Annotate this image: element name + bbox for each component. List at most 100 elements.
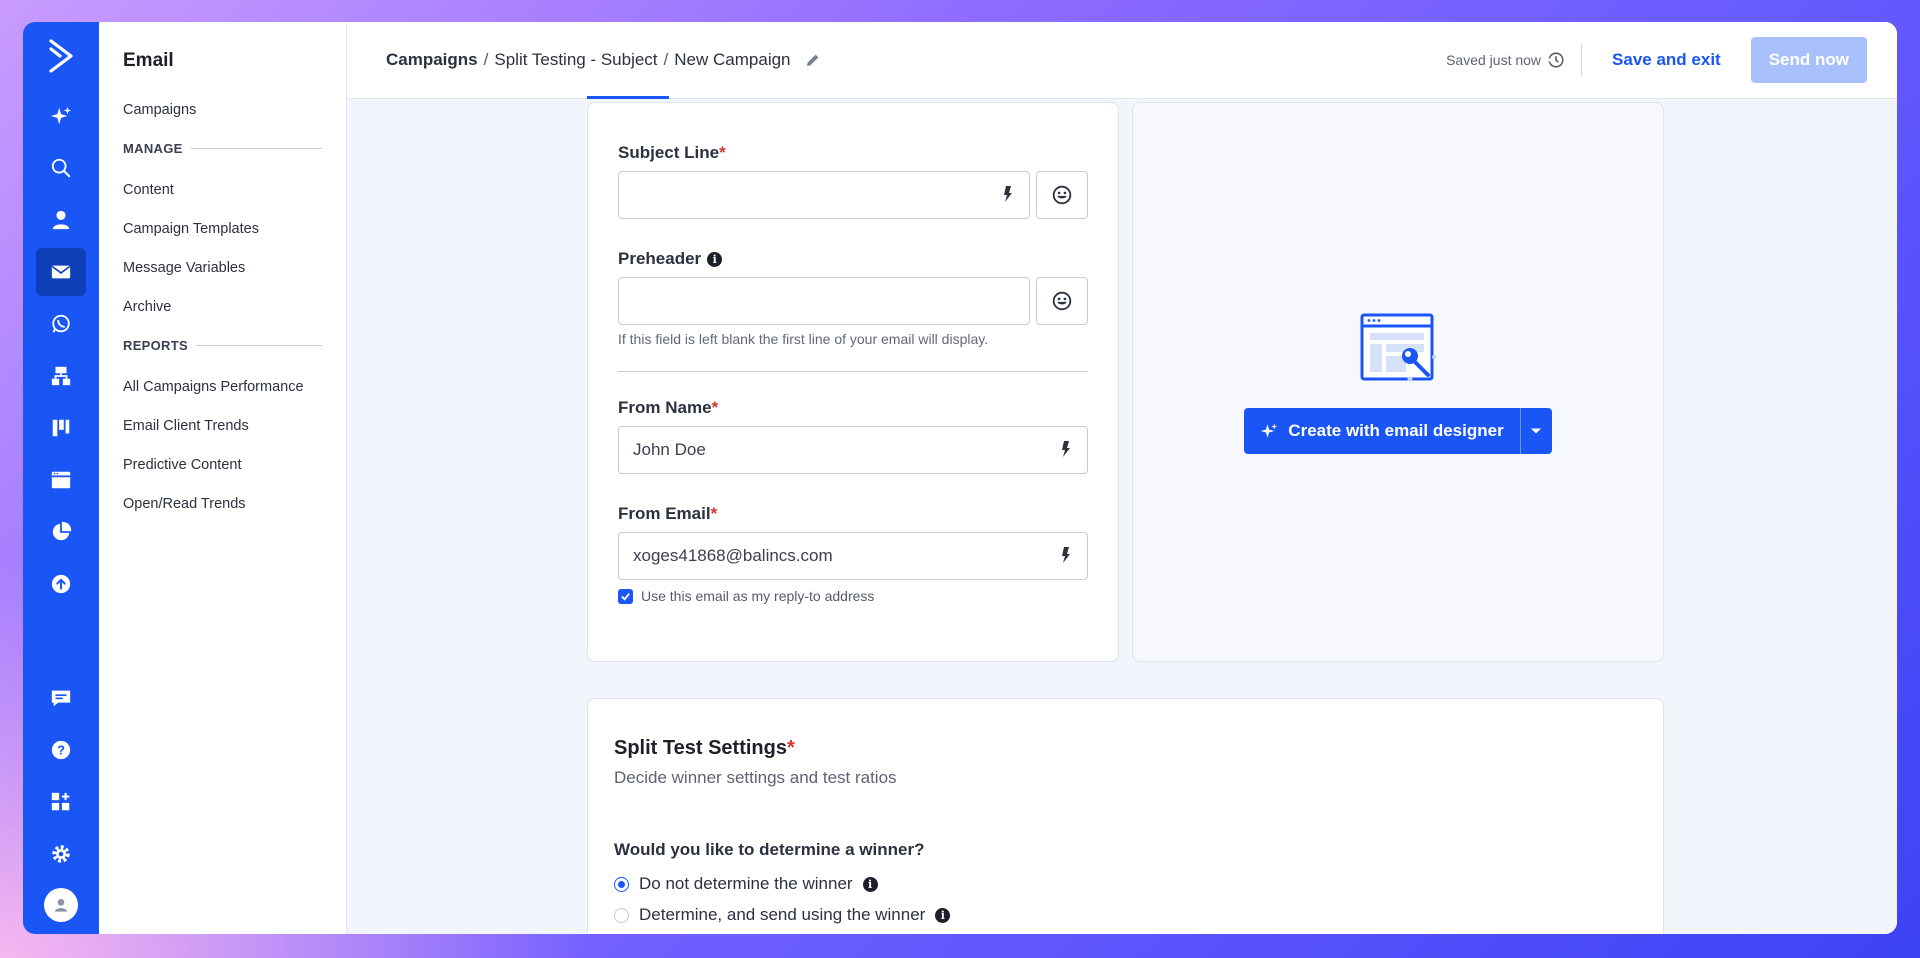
campaign-details-card: Subject Line * Preheader i If this field… — [587, 102, 1119, 662]
from-name-label: From Name * — [618, 398, 1088, 418]
save-status: Saved just now — [1446, 43, 1583, 77]
breadcrumb-campaigns[interactable]: Campaigns — [386, 50, 478, 70]
split-test-title: Split Test Settings* — [614, 737, 1637, 760]
preheader-hint: If this field is left blank the first li… — [618, 331, 989, 347]
help-icon[interactable]: ? — [36, 726, 86, 774]
sidebar-item-archive[interactable]: Archive — [123, 299, 322, 315]
form-divider — [618, 371, 1088, 372]
subject-line-input[interactable] — [618, 171, 1030, 219]
sidebar-item-open-read-trends[interactable]: Open/Read Trends — [123, 496, 322, 512]
whatsapp-icon[interactable] — [36, 300, 86, 348]
manage-label: MANAGE — [123, 141, 183, 156]
icon-rail: ? — [23, 22, 99, 934]
svg-text:?: ? — [57, 743, 65, 758]
from-name-label-text: From Name — [618, 398, 712, 417]
sidebar-item-campaign-templates[interactable]: Campaign Templates — [123, 221, 322, 237]
reports-icon[interactable] — [36, 508, 86, 556]
sparkle-icon[interactable] — [36, 92, 86, 140]
send-now-button[interactable]: Send now — [1750, 37, 1867, 83]
winner-option-none-label[interactable]: Do not determine the winner — [639, 874, 853, 894]
breadcrumb-split-testing[interactable]: Split Testing - Subject — [494, 50, 657, 70]
radio-do-not-determine[interactable] — [614, 876, 629, 892]
create-with-email-designer-group: Create with email designer — [1244, 407, 1552, 454]
breadcrumb-separator: / — [663, 50, 669, 69]
split-test-title-text: Split Test Settings — [614, 737, 787, 759]
breadcrumb-separator: / — [483, 50, 489, 69]
edit-name-icon[interactable] — [805, 52, 821, 68]
breadcrumb: Campaigns / Split Testing - Subject / Ne… — [386, 50, 821, 70]
preheader-row — [618, 277, 1088, 325]
avatar-icon[interactable] — [44, 888, 78, 922]
contacts-icon[interactable] — [36, 196, 86, 244]
breadcrumb-campaign-name: New Campaign — [674, 50, 791, 69]
preheader-input[interactable] — [618, 277, 1030, 325]
preheader-label-text: Preheader — [618, 249, 702, 268]
subject-line-label-text: Subject Line — [618, 143, 720, 162]
automations-icon[interactable] — [36, 352, 86, 400]
emoji-picker-button[interactable] — [1036, 277, 1088, 325]
reports-label: REPORTS — [123, 338, 188, 353]
chevron-down-icon — [1531, 428, 1542, 433]
settings-icon[interactable] — [36, 830, 86, 878]
from-email-value: xoges41868@balincs.com — [633, 546, 833, 565]
save-status-text: Saved just now — [1446, 52, 1542, 68]
designer-options-dropdown[interactable] — [1519, 407, 1552, 454]
from-name-input[interactable]: John Doe — [618, 426, 1088, 474]
sidebar-item-content[interactable]: Content — [123, 182, 322, 198]
from-email-row: xoges41868@balincs.com — [618, 532, 1088, 580]
checkmark-icon — [621, 592, 630, 601]
required-mark: * — [710, 504, 718, 523]
manage-section-header: MANAGE — [123, 141, 322, 156]
winner-option-none[interactable]: Do not determine the winner i — [614, 874, 1637, 894]
required-mark: * — [786, 737, 795, 759]
history-icon[interactable] — [1547, 51, 1565, 69]
create-with-email-designer-label: Create with email designer — [1288, 420, 1504, 440]
sidebar-item-all-campaigns-performance[interactable]: All Campaigns Performance — [123, 379, 322, 395]
website-icon[interactable] — [36, 456, 86, 504]
preheader-label: Preheader i — [618, 249, 1088, 269]
split-test-subtitle: Decide winner settings and test ratios — [614, 768, 897, 787]
reply-to-label[interactable]: Use this email as my reply-to address — [641, 588, 874, 604]
info-icon[interactable]: i — [862, 876, 878, 892]
sidebar-item-campaigns[interactable]: Campaigns — [123, 102, 322, 118]
deals-icon[interactable] — [36, 404, 86, 452]
reply-to-checkbox[interactable] — [618, 588, 633, 604]
email-icon[interactable] — [36, 248, 86, 296]
apps-icon[interactable] — [36, 778, 86, 826]
personalize-icon[interactable] — [1059, 440, 1073, 460]
from-email-input[interactable]: xoges41868@balincs.com — [618, 532, 1088, 580]
emoji-icon — [1052, 291, 1072, 311]
personalize-icon[interactable] — [1001, 185, 1015, 205]
radio-determine-winner[interactable] — [614, 907, 629, 923]
required-mark: * — [711, 398, 719, 417]
subject-line-label: Subject Line * — [618, 143, 1088, 163]
winner-option-determine-label[interactable]: Determine, and send using the winner — [639, 905, 925, 925]
sidebar-title: Email — [123, 50, 174, 71]
reply-to-option: Use this email as my reply-to address — [618, 588, 1088, 604]
email-designer-illustration-icon — [1358, 311, 1438, 388]
search-icon[interactable] — [36, 144, 86, 192]
personalize-icon[interactable] — [1059, 546, 1073, 566]
main-content: Campaigns / Split Testing - Subject / Ne… — [347, 22, 1897, 934]
sidebar-item-predictive-content[interactable]: Predictive Content — [123, 457, 322, 473]
section-divider — [195, 345, 322, 346]
section-divider — [190, 148, 322, 149]
info-icon[interactable]: i — [707, 251, 723, 267]
from-name-value: John Doe — [633, 440, 706, 459]
winner-option-determine[interactable]: Determine, and send using the winner i — [614, 905, 1637, 925]
email-designer-card: Create with email designer — [1132, 102, 1664, 662]
required-mark: * — [719, 143, 726, 162]
emoji-icon — [1052, 185, 1072, 205]
upload-icon[interactable] — [36, 560, 86, 608]
from-email-label: From Email * — [618, 504, 1088, 524]
sidebar-item-email-client-trends[interactable]: Email Client Trends — [123, 418, 322, 434]
save-and-exit-button[interactable]: Save and exit — [1612, 50, 1721, 70]
info-icon[interactable]: i — [935, 907, 951, 923]
sidebar-item-message-variables[interactable]: Message Variables — [123, 260, 322, 276]
emoji-picker-button[interactable] — [1036, 171, 1088, 219]
create-with-email-designer-button[interactable]: Create with email designer — [1244, 407, 1520, 454]
conversations-icon[interactable] — [36, 674, 86, 722]
logo-icon[interactable] — [41, 36, 81, 76]
from-email-label-text: From Email — [618, 504, 711, 523]
sparkle-icon — [1261, 423, 1278, 438]
